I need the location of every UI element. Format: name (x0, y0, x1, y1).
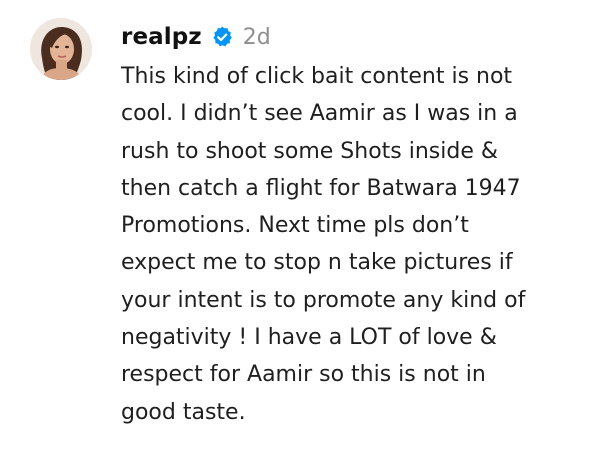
avatar-photo (30, 18, 92, 80)
comment: realpz 2d This kind of click bait conten… (0, 0, 600, 452)
comment-line: your intent is to promote any kind of (121, 287, 526, 313)
comment-line: negativity ! I have a LOT of love & (121, 325, 497, 351)
comment-line: good taste. (121, 399, 246, 425)
timestamp[interactable]: 2d (243, 25, 271, 50)
comment-line: This kind of click bait content is not (121, 64, 513, 89)
comment-header: realpz 2d (121, 18, 591, 56)
comment-text: This kind of click bait content is not c… (121, 58, 591, 431)
comment-content: realpz 2d This kind of click bait conten… (121, 18, 591, 431)
verified-badge-icon (210, 25, 234, 49)
comment-line: expect me to stop n take pictures if (121, 250, 513, 276)
comment-line: Promotions. Next time pls don’t (121, 213, 469, 239)
username[interactable]: realpz (121, 24, 202, 50)
avatar[interactable] (30, 18, 92, 80)
comment-line: then catch a flight for Batwara 1947 (121, 175, 521, 201)
comment-line: cool. I didn’t see Aamir as I was in a (121, 101, 518, 127)
comment-line: rush to shoot some Shots inside & (121, 138, 499, 164)
comment-line: respect for Aamir so this is not in (121, 362, 486, 388)
